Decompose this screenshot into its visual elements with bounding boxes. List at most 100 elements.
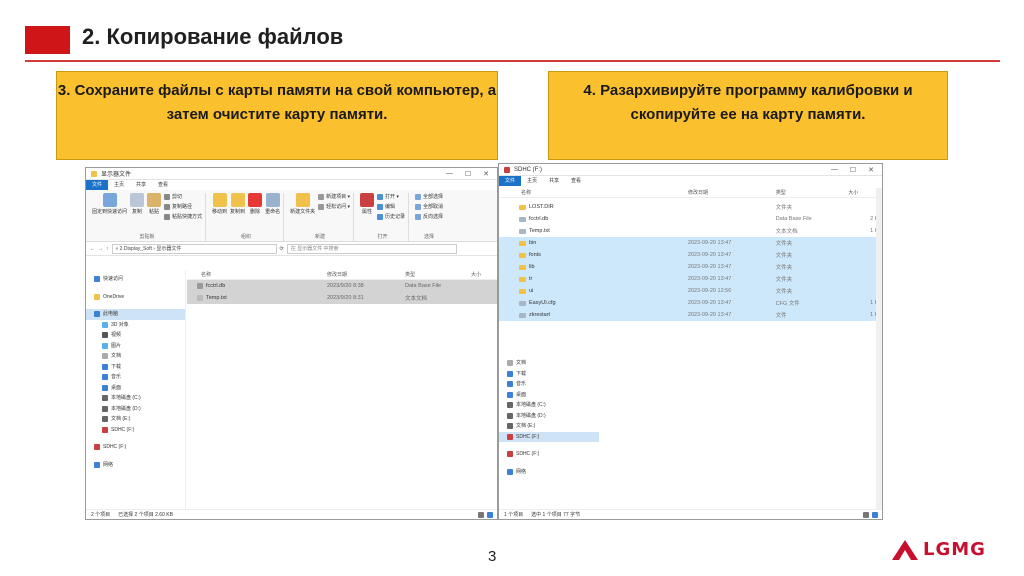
nav-item-music[interactable]: 音乐 [499, 379, 599, 390]
nav-item-documents[interactable]: 文档 [499, 358, 599, 369]
nav-item-network[interactable]: 网络 [86, 460, 185, 471]
nav-item-downloads[interactable]: 下载 [499, 369, 599, 380]
new-item-button[interactable]: 新建项目 ▾ [318, 193, 350, 200]
address-bar[interactable]: « 2.Display_Soft › 显示器文件 [111, 243, 277, 254]
tab-share[interactable]: 共享 [543, 176, 565, 186]
nav-item-desktop[interactable]: 桌面 [86, 383, 185, 394]
column-name[interactable]: 名称 [499, 189, 688, 196]
nav-item-drive-e[interactable]: 文档 (E:) [86, 414, 185, 425]
column-name[interactable]: 名称 [187, 271, 327, 278]
paste-icon [147, 193, 162, 207]
nav-item-videos[interactable]: 视频 [86, 330, 185, 341]
address-bar-row: ← → ↑ « 2.Display_Soft › 显示器文件 ⟳ 在 显示器文件… [86, 242, 497, 256]
file-icon [519, 228, 526, 234]
column-size[interactable]: 大小 [471, 271, 495, 278]
nav-item-sdhc-root[interactable]: SDHC (F:) [499, 449, 599, 460]
file-row[interactable]: tr 2023-09-20 13:47 文件夹 [499, 273, 882, 285]
folder-icon [91, 170, 97, 177]
nav-item-drive-e[interactable]: 文档 (E:) [499, 421, 599, 432]
file-row[interactable]: fcctrl.db 2023/9/20 8:38 Data Base File [187, 280, 497, 292]
file-row[interactable]: fcctrl.dbData Base File2 KB [499, 213, 882, 225]
open-button[interactable]: 打开 ▾ [377, 193, 405, 200]
file-row[interactable]: ui 2023-09-20 12:56 文件夹 [499, 285, 882, 297]
company-logo: LGMG [892, 539, 986, 560]
nav-item-drive-c[interactable]: 本地磁盘 (C:) [499, 400, 599, 411]
tab-home[interactable]: 主页 [521, 176, 543, 186]
maximize-button[interactable]: ☐ [465, 170, 471, 178]
tab-home[interactable]: 主页 [108, 180, 130, 190]
copy-button[interactable]: 复制 [130, 193, 145, 220]
tab-share[interactable]: 共享 [130, 180, 152, 190]
move-to-button[interactable]: 移动到 [212, 193, 227, 215]
nav-item-sdhc[interactable]: SDHC (F:) [86, 425, 185, 436]
nav-item-drive-c[interactable]: 本地磁盘 (C:) [86, 393, 185, 404]
rename-button[interactable]: 重命名 [265, 193, 280, 215]
nav-item-desktop[interactable]: 桌面 [499, 390, 599, 401]
tab-file[interactable]: 文件 [86, 180, 109, 190]
nav-item-network[interactable]: 网络 [499, 467, 599, 478]
nav-item-quick-access[interactable]: 快速访问 [86, 274, 185, 285]
new-folder-button[interactable]: 新建文件夹 [290, 193, 315, 215]
properties-button[interactable]: 属性 [360, 193, 374, 220]
nav-item-drive-d[interactable]: 本地磁盘 (D:) [499, 411, 599, 422]
paste-shortcut-button[interactable]: 粘贴快捷方式 [164, 213, 202, 220]
tab-file[interactable]: 文件 [499, 176, 522, 186]
details-view-icon[interactable] [863, 511, 869, 518]
nav-item-sdhc-root[interactable]: SDHC (F:) [86, 442, 185, 453]
column-date[interactable]: 修改日期 [327, 271, 405, 278]
maximize-button[interactable]: ☐ [850, 166, 856, 174]
file-row[interactable]: lib 2023-09-20 13:47 文件夹 [499, 261, 882, 273]
select-all-button[interactable]: 全部选择 [415, 193, 443, 200]
column-date[interactable]: 修改日期 [688, 189, 776, 196]
edit-button[interactable]: 编辑 [377, 203, 405, 210]
file-row[interactable]: bin 2023-09-20 13:47 文件夹 [499, 237, 882, 249]
nav-item-3d-objects[interactable]: 3D 对象 [86, 320, 185, 331]
download-icon [507, 370, 513, 377]
nav-item-music[interactable]: 音乐 [86, 372, 185, 383]
refresh-icon[interactable]: ⟳ [280, 246, 284, 252]
search-input[interactable]: 在 显示器文件 中搜索 [286, 243, 457, 254]
copy-path-button[interactable]: 复制路径 [164, 203, 202, 210]
up-arrow-icon[interactable]: ↑ [106, 246, 109, 252]
nav-item-documents[interactable]: 文档 [86, 351, 185, 362]
logo-text: LGMG [923, 539, 986, 560]
scrollbar[interactable] [876, 188, 882, 509]
nav-item-drive-d[interactable]: 本地磁盘 (D:) [86, 404, 185, 415]
large-icons-view-icon[interactable] [487, 511, 493, 518]
tab-view[interactable]: 查看 [152, 180, 174, 190]
cloud-icon [94, 293, 100, 300]
nav-item-downloads[interactable]: 下载 [86, 362, 185, 373]
close-button[interactable]: ✕ [868, 166, 874, 174]
large-icons-view-icon[interactable] [872, 511, 878, 518]
close-button[interactable]: ✕ [483, 170, 489, 178]
window-titlebar: 显示器文件 — ☐ ✕ [86, 168, 497, 180]
nav-item-this-pc[interactable]: 此电脑 [86, 309, 185, 320]
minimize-button[interactable]: — [446, 170, 453, 178]
file-row[interactable]: LOST.DIR 文件夹 [499, 201, 882, 213]
drive-icon [507, 402, 513, 409]
details-view-icon[interactable] [478, 511, 484, 518]
file-row[interactable]: zkrestart2023-09-20 13:47文件1 KB [499, 309, 882, 321]
select-none-button[interactable]: 全部取消 [415, 203, 443, 210]
back-arrow-icon[interactable]: ← [90, 246, 95, 252]
forward-arrow-icon[interactable]: → [98, 246, 103, 252]
file-row[interactable]: fonts 2023-09-20 13:47 文件夹 [499, 249, 882, 261]
easy-access-button[interactable]: 轻松访问 ▾ [318, 203, 350, 210]
pin-quick-access-button[interactable]: 固定到快速访问 [92, 193, 127, 220]
file-row[interactable]: EasyUI.cfg2023-09-20 13:47CFG 文件1 KB [499, 297, 882, 309]
copy-to-button[interactable]: 复制到 [230, 193, 245, 215]
delete-button[interactable]: 删除 [248, 193, 263, 215]
column-type[interactable]: 类型 [405, 271, 471, 278]
paste-button[interactable]: 粘贴 [147, 193, 162, 220]
nav-item-onedrive[interactable]: OneDrive [86, 292, 185, 303]
minimize-button[interactable]: — [831, 166, 838, 174]
nav-item-sdhc[interactable]: SDHC (F:) [499, 431, 599, 442]
cut-button[interactable]: 剪切 [164, 193, 202, 200]
column-type[interactable]: 类型 [776, 189, 849, 196]
nav-item-pictures[interactable]: 图片 [86, 341, 185, 352]
file-row[interactable]: Temp.txt 2023/9/20 8:31 文本文档 [187, 292, 497, 304]
tab-view[interactable]: 查看 [565, 176, 587, 186]
invert-selection-button[interactable]: 反向选择 [415, 213, 443, 220]
history-button[interactable]: 历史记录 [377, 213, 405, 220]
file-row[interactable]: Temp.txt文本文档1 KB [499, 225, 882, 237]
